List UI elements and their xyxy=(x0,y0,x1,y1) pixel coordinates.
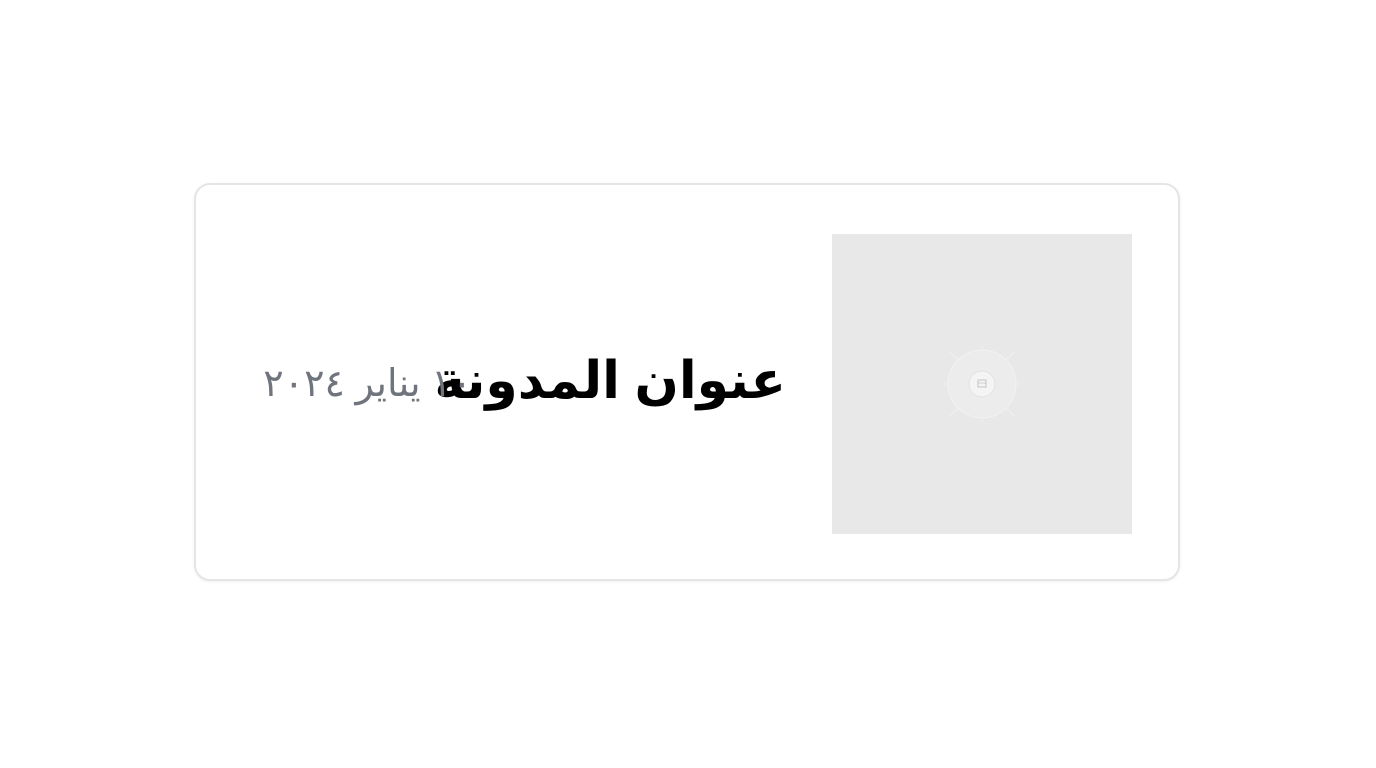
image-placeholder-icon xyxy=(944,346,1020,422)
blog-post-card[interactable]: عنوان المدونة ١٠ يناير ٢٠٢٤ xyxy=(194,183,1180,581)
post-title[interactable]: عنوان المدونة xyxy=(434,351,786,411)
post-thumbnail[interactable] xyxy=(832,234,1132,534)
post-date: ١٠ يناير ٢٠٢٤ xyxy=(263,363,472,405)
